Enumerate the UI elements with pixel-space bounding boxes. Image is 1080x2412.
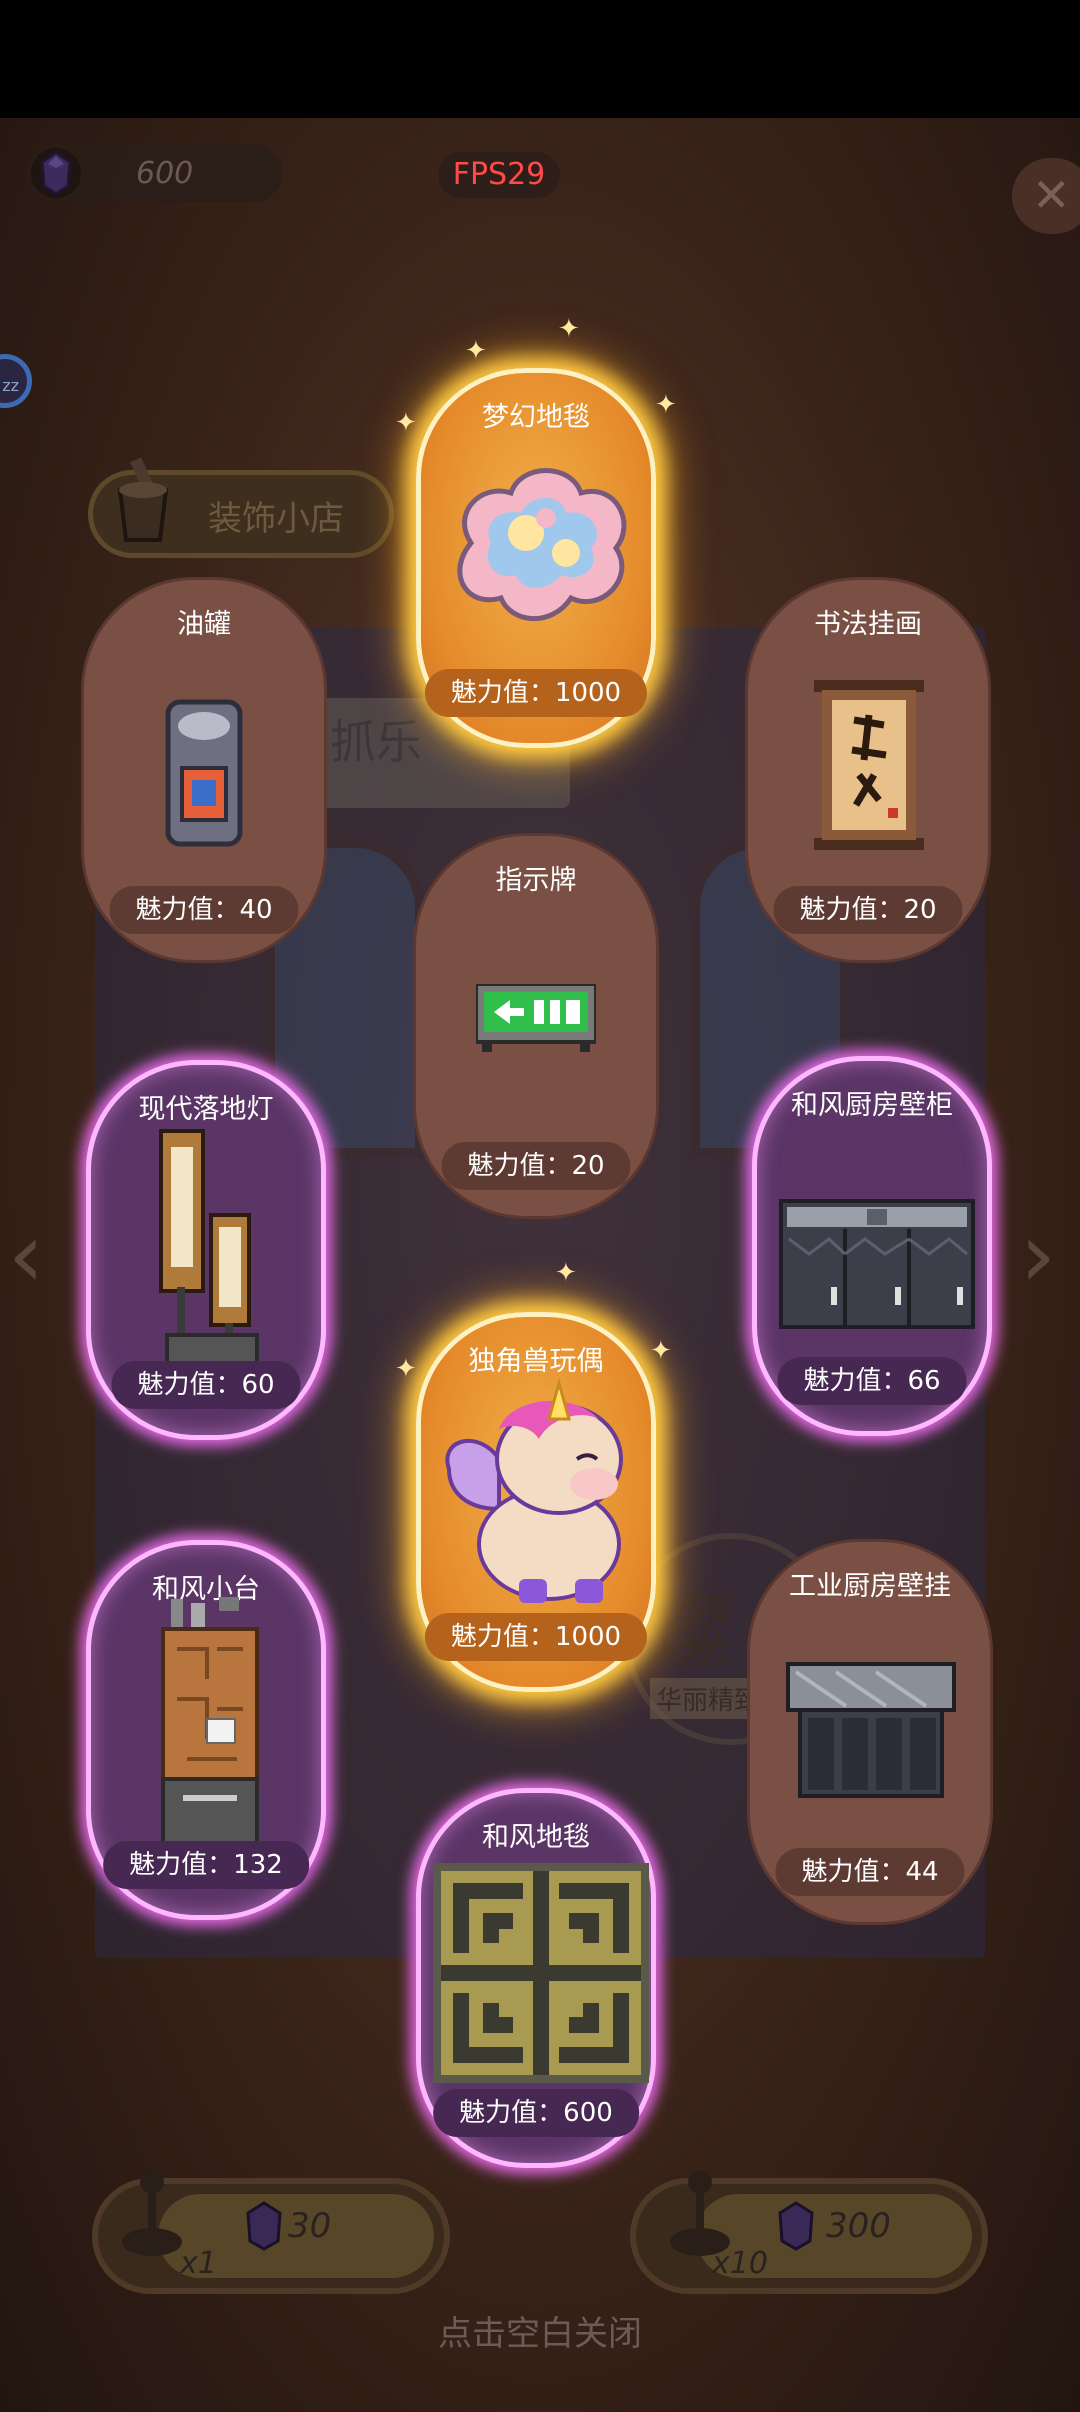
background-seal-caption: 华丽精致 [650,1678,767,1719]
exit-sign-icon [476,984,596,1052]
reward-card-industrial-wall-unit: 工业厨房壁挂 魅力值：44 [750,1542,990,1922]
unicorn-plush-icon [445,1379,623,1603]
reward-card-calligraphy-scroll: 书法挂画 魅力值：20 [748,580,988,960]
close-button[interactable]: ✕ [1012,158,1080,234]
reward-card-floor-lamp: 现代落地灯 魅力值：60 [86,1060,326,1440]
draw-once-multiplier: x1 [180,2246,217,2281]
reward-card-name: 梦幻地毯 [482,402,590,433]
reward-card-name: 书法挂画 [814,609,922,640]
industrial-wall-unit-icon [786,1662,956,1798]
reward-card-japanese-rug: 和风地毯 魅力值：600 [416,1788,656,2168]
reward-card-value: 魅力值：20 [773,886,963,934]
reward-card-name: 独角兽玩偶 [468,1346,604,1377]
japanese-rug-icon [433,1863,649,2083]
sparkle-icon: ✦ [558,314,580,344]
reward-card-japanese-counter: 和风小台 魅力值：132 [86,1540,326,1920]
gacha-result-overlay[interactable]: 抓乐 璨 华丽精致 600 FPS29 ✕ zz 装饰小店 ‹ › 梦幻地毯 魅… [0,118,1080,2412]
reward-card-value: 魅力值：1000 [424,1613,648,1661]
sparkle-icon: ✦ [650,1336,672,1366]
reward-card-value: 魅力值：600 [433,2089,639,2137]
reward-card-name: 指示牌 [495,865,577,896]
sparkle-icon: ✦ [395,408,417,438]
sparkle-icon: ✦ [395,1354,417,1384]
gem-count: 600 [136,156,194,191]
chevron-left-icon[interactable]: ‹ [8,1203,44,1308]
close-icon: ✕ [1032,168,1071,222]
reward-card-dream-rug: 梦幻地毯 魅力值：1000 [416,368,656,748]
floor-lamp-icon [159,1129,259,1365]
kitchen-wall-cabinet-icon [779,1199,975,1329]
reward-card-value: 魅力值：44 [775,1848,965,1896]
draw-ten-multiplier: x10 [712,2246,768,2281]
reward-card-value: 魅力值：60 [111,1361,301,1409]
dream-rug-icon [457,468,627,622]
reward-card-name: 现代落地灯 [138,1094,274,1125]
sparkle-icon: ✦ [555,1258,577,1288]
gem-icon [246,2201,282,2251]
reward-card-value: 魅力值：1000 [424,669,648,717]
chevron-right-icon[interactable]: › [1020,1203,1056,1308]
oil-can-icon [165,699,243,847]
sparkle-icon: ✦ [465,336,487,366]
calligraphy-scroll-icon [814,680,924,850]
background-banner-text: 抓乐 [330,715,422,769]
draw-once-price: 30 [288,2206,332,2246]
reward-card-exit-sign: 指示牌 魅力值：20 [416,836,656,1216]
gem-icon [778,2201,814,2251]
reward-card-name: 工业厨房壁挂 [789,1571,951,1602]
japanese-counter-icon [161,1597,259,1849]
sparkle-icon: ✦ [655,390,677,420]
gem-icon [31,148,81,198]
reward-card-name: 和风厨房壁柜 [791,1090,953,1121]
background-seal-text: 璨 [650,1584,736,1684]
reward-card-name: 油罐 [177,609,231,640]
reward-card-value: 魅力值：40 [109,886,299,934]
tap-to-close-hint: 点击空白关闭 [438,2314,642,2354]
reward-card-value: 魅力值：132 [103,1841,309,1889]
reward-card-value: 魅力值：66 [777,1357,967,1405]
draw-ten-price: 300 [826,2206,891,2246]
decoration-shop-label: 装饰小店 [208,499,344,539]
joystick-icon [122,2170,182,2256]
reward-card-kitchen-wall-cabinet: 和风厨房壁柜 魅力值：66 [752,1056,992,1436]
reward-card-name: 和风地毯 [482,1822,590,1853]
reward-card-value: 魅力值：20 [441,1142,631,1190]
sleep-badge[interactable]: zz [0,354,32,408]
fps-counter: FPS29 [438,152,560,198]
paint-bucket-icon [117,457,169,542]
reward-card-unicorn-plush: 独角兽玩偶 魅力值：1000 [416,1312,656,1692]
reward-card-oil-can: 油罐 魅力值：40 [84,580,324,960]
